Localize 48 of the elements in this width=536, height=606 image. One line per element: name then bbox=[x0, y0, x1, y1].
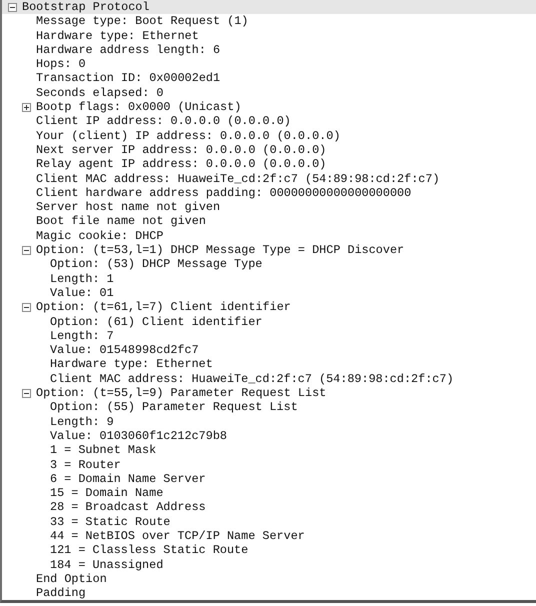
tree-item-label: Option: (t=53,l=1) DHCP Message Type = DHCP Discover bbox=[36, 243, 404, 258]
tree-item-label: 121 = Classless Static Route bbox=[50, 543, 248, 558]
tree-item-label: Hardware type: Ethernet bbox=[50, 357, 213, 372]
tree-item-label: Next server IP address: 0.0.0.0 (0.0.0.0) bbox=[36, 142, 326, 158]
tree-item-label: Option: (61) Client identifier bbox=[50, 314, 262, 329]
tree-item-label: Bootp flags: 0x0000 (Unicast) bbox=[36, 100, 242, 114]
tree-item-label: Bootstrap Protocol bbox=[22, 0, 150, 14]
tree-row[interactable]: Bootstrap Protocol bbox=[2, 0, 536, 14]
tree-item-label: 184 = Unassigned bbox=[50, 558, 164, 572]
tree-item-label: Option: (53) DHCP Message Type bbox=[50, 257, 262, 272]
tree-item-label: Value: 0103060f1c212c79b8 bbox=[50, 428, 227, 444]
tree-item-label: 33 = Static Route bbox=[50, 514, 170, 529]
tree-item-label: Padding bbox=[36, 586, 86, 600]
tree-item-label: Your (client) IP address: 0.0.0.0 (0.0.0.0) bbox=[36, 128, 340, 143]
tree-item-label: 6 = Domain Name Server bbox=[50, 472, 206, 486]
collapse-icon[interactable] bbox=[22, 246, 31, 255]
tree-item-label: Message type: Boot Request (1) bbox=[36, 14, 248, 29]
tree-item-label: Hardware address length: 6 bbox=[36, 42, 220, 58]
tree-item-label: Relay agent IP address: 0.0.0.0 (0.0.0.0) bbox=[36, 157, 326, 172]
tree-item-label: 28 = Broadcast Address bbox=[50, 500, 206, 515]
tree-item-label: Length: 7 bbox=[50, 328, 114, 344]
tree-item-label: Transaction ID: 0x00002ed1 bbox=[36, 71, 220, 86]
tree-item-label: Client IP address: 0.0.0.0 (0.0.0.0) bbox=[36, 114, 291, 129]
tree-item-label: Hops: 0 bbox=[36, 57, 86, 72]
tree-item-label: End Option bbox=[36, 572, 107, 586]
tree-item-label: Client MAC address: HuaweiTe_cd:2f:c7 (54:89:98:cd:2f:c7) bbox=[50, 372, 454, 386]
tree-item-label: 44 = NetBIOS over TCP/IP Name Server bbox=[50, 528, 305, 544]
tree-item-label: Client hardware address padding: 00000000000000000000 bbox=[36, 186, 412, 200]
tree-item-label: Value: 01548998cd2fc7 bbox=[50, 343, 199, 358]
tree-item-label: 1 = Subnet Mask bbox=[50, 443, 156, 458]
tree-item-label: Magic cookie: DHCP bbox=[36, 228, 164, 244]
collapse-icon[interactable] bbox=[22, 388, 31, 398]
tree-item-label: Option: (55) Parameter Request List bbox=[50, 400, 298, 415]
collapse-icon[interactable] bbox=[22, 302, 31, 312]
tree-item-label: Value: 01 bbox=[50, 286, 114, 300]
tree-item-label: Length: 1 bbox=[50, 272, 114, 286]
tree-item-label: Client MAC address: HuaweiTe_cd:2f:c7 (54:89:98:cd:2f:c7) bbox=[36, 172, 440, 186]
tree-item-label: Boot file name not given bbox=[36, 214, 206, 229]
tree-item-label: Server host name not given bbox=[36, 200, 220, 214]
tree-item-label: Length: 9 bbox=[50, 414, 114, 429]
expand-icon[interactable] bbox=[22, 102, 31, 112]
tree-item-label: 15 = Domain Name bbox=[50, 486, 164, 500]
tree-item-label: 3 = Router bbox=[50, 458, 121, 472]
tree-item-label: Hardware type: Ethernet bbox=[36, 28, 199, 43]
tree-item-label: Option: (t=61,l=7) Client identifier bbox=[36, 300, 291, 315]
collapse-icon[interactable] bbox=[8, 2, 17, 12]
tree-item-label: Option: (t=55,l=9) Parameter Request List bbox=[36, 386, 326, 400]
tree-item-label: Seconds elapsed: 0 bbox=[36, 86, 164, 100]
